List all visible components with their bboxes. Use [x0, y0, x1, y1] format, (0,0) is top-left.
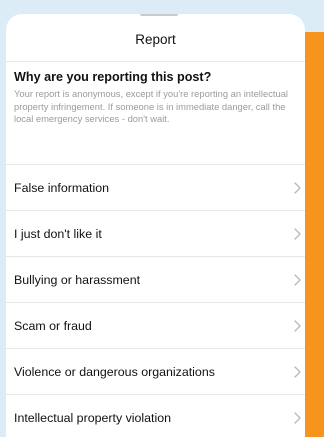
header-divider	[6, 61, 305, 62]
reason-label: Violence or dangerous organizations	[14, 364, 215, 379]
chevron-right-icon	[290, 273, 304, 287]
chevron-right-icon	[290, 227, 304, 241]
report-note: Your report is anonymous, except if you'…	[14, 88, 288, 124]
reason-scam-or-fraud[interactable]: Scam or fraud	[6, 302, 305, 348]
chevron-right-icon	[290, 411, 304, 425]
reason-label: Scam or fraud	[14, 318, 92, 333]
sheet-grabber[interactable]	[140, 14, 178, 16]
reason-label: Intellectual property violation	[14, 410, 172, 425]
reason-label: Bullying or harassment	[14, 272, 141, 287]
report-question: Why are you reporting this post?	[14, 70, 212, 84]
sheet-title: Report	[135, 32, 176, 47]
reason-violence-or-dangerous-organizations[interactable]: Violence or dangerous organizations	[6, 348, 305, 394]
reason-label: False information	[14, 180, 110, 195]
reason-i-just-dont-like-it[interactable]: I just don't like it	[6, 210, 305, 256]
reason-intellectual-property-violation[interactable]: Intellectual property violation	[6, 394, 305, 437]
chevron-right-icon	[290, 181, 304, 195]
report-sheet: Report Why are you reporting this post? …	[6, 14, 305, 437]
reason-false-information[interactable]: False information	[6, 164, 305, 210]
chevron-right-icon	[290, 365, 304, 379]
reason-bullying-or-harassment[interactable]: Bullying or harassment	[6, 256, 305, 302]
reason-label: I just don't like it	[14, 226, 102, 241]
chevron-right-icon	[290, 319, 304, 333]
